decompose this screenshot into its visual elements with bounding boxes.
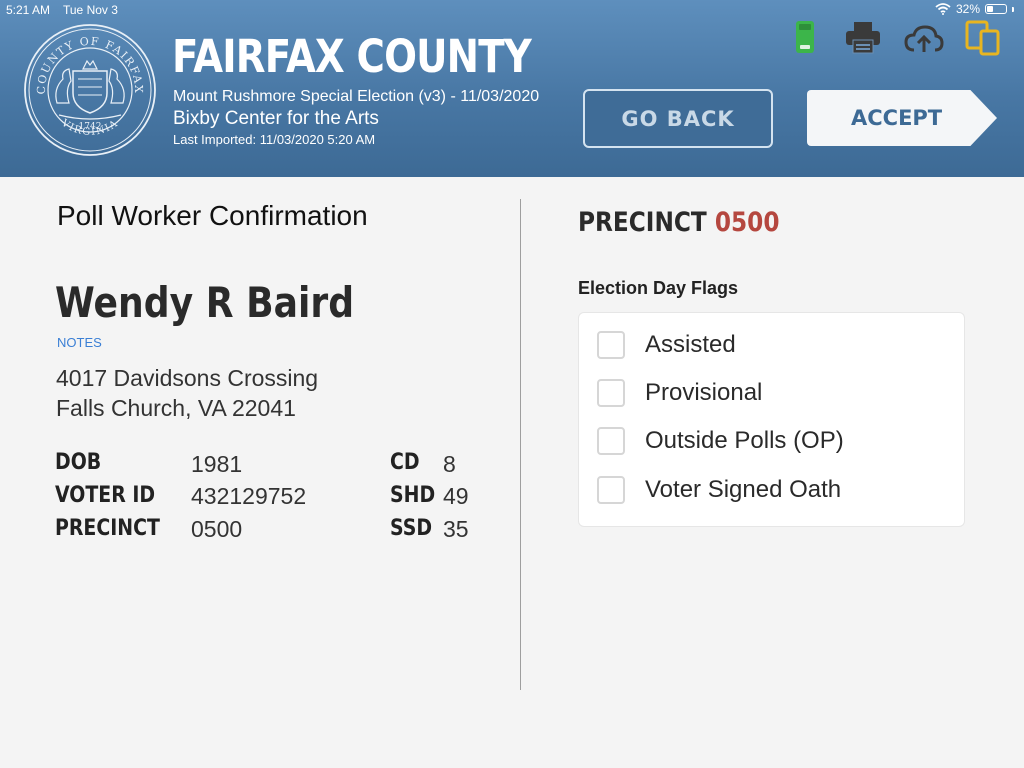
flag-provisional-checkbox[interactable] [597, 379, 625, 407]
notes-link[interactable]: NOTES [57, 335, 102, 350]
battery-percent: 32% [955, 2, 980, 16]
accept-label: ACCEPT [851, 106, 943, 130]
county-seal-logo: COUNTY OF FAIRFAX VIRGINIA 1742 [24, 24, 156, 156]
ssd-label: SSD [390, 516, 433, 541]
battery-icon [985, 4, 1007, 14]
flag-provisional[interactable]: Provisional [597, 377, 762, 409]
precinct-heading-number: 0500 [714, 207, 780, 238]
ssd-value: 35 [443, 516, 469, 542]
voter-id-value: 432129752 [191, 483, 307, 509]
dob-value: 1981 [191, 451, 243, 477]
flag-voter-signed-oath[interactable]: Voter Signed Oath [597, 474, 841, 506]
dob-label: DOB [55, 450, 102, 475]
page-title: Poll Worker Confirmation [57, 200, 368, 231]
go-back-button[interactable]: GO BACK [583, 89, 773, 148]
panel-divider [520, 199, 521, 690]
status-date: Tue Nov 3 [63, 3, 118, 17]
election-day-flags-card: Assisted Provisional Outside Polls (OP) … [578, 312, 965, 527]
address-line-1: 4017 Davidsons Crossing [56, 365, 319, 391]
flag-provisional-label: Provisional [645, 379, 763, 406]
election-day-flags-title: Election Day Flags [578, 278, 739, 298]
flag-assisted-label: Assisted [645, 331, 736, 358]
cd-value: 8 [443, 451, 456, 477]
flag-assisted-checkbox[interactable] [597, 331, 625, 359]
wifi-icon [935, 3, 951, 15]
last-imported: Last Imported: 11/03/2020 5:20 AM [173, 132, 376, 147]
polling-location: Bixby Center for the Arts [173, 108, 379, 129]
accept-button[interactable]: ACCEPT [807, 90, 997, 146]
flag-outside-polls[interactable]: Outside Polls (OP) [597, 425, 844, 457]
cloud-upload-icon[interactable] [904, 24, 944, 54]
printer-icon[interactable] [844, 20, 882, 54]
flag-outside-polls-checkbox[interactable] [597, 427, 625, 455]
app-header: 5:21 AM Tue Nov 3 32% COUNTY OF FAIRFAX … [0, 0, 1024, 177]
svg-text:1742: 1742 [79, 122, 102, 132]
precinct-label: PRECINCT [55, 516, 160, 541]
precinct-value: 0500 [191, 516, 243, 542]
flag-outside-polls-label: Outside Polls (OP) [645, 427, 844, 454]
status-indicators: 32% [935, 2, 1014, 16]
election-name: Mount Rushmore Special Election (v3) - 1… [173, 88, 540, 105]
address-line-2: Falls Church, VA 22041 [56, 395, 296, 421]
usb-drive-icon[interactable] [793, 20, 817, 54]
voter-id-label: VOTER ID [55, 483, 156, 508]
precinct-heading: PRECINCT 0500 [578, 207, 779, 238]
shd-value: 49 [443, 483, 469, 509]
cd-label: CD [390, 450, 420, 475]
voter-name: Wendy R Baird [55, 278, 355, 327]
precinct-heading-label: PRECINCT [578, 207, 707, 238]
status-bar: 5:21 AM Tue Nov 3 32% [0, 0, 1024, 20]
county-title: FAIRFAX COUNTY [172, 30, 532, 83]
status-time: 5:21 AM [6, 3, 51, 17]
devices-icon[interactable] [965, 20, 1001, 56]
flag-voter-signed-oath-label: Voter Signed Oath [645, 476, 842, 503]
shd-label: SHD [390, 483, 436, 508]
flag-voter-signed-oath-checkbox[interactable] [597, 476, 625, 504]
flag-assisted[interactable]: Assisted [597, 329, 736, 361]
